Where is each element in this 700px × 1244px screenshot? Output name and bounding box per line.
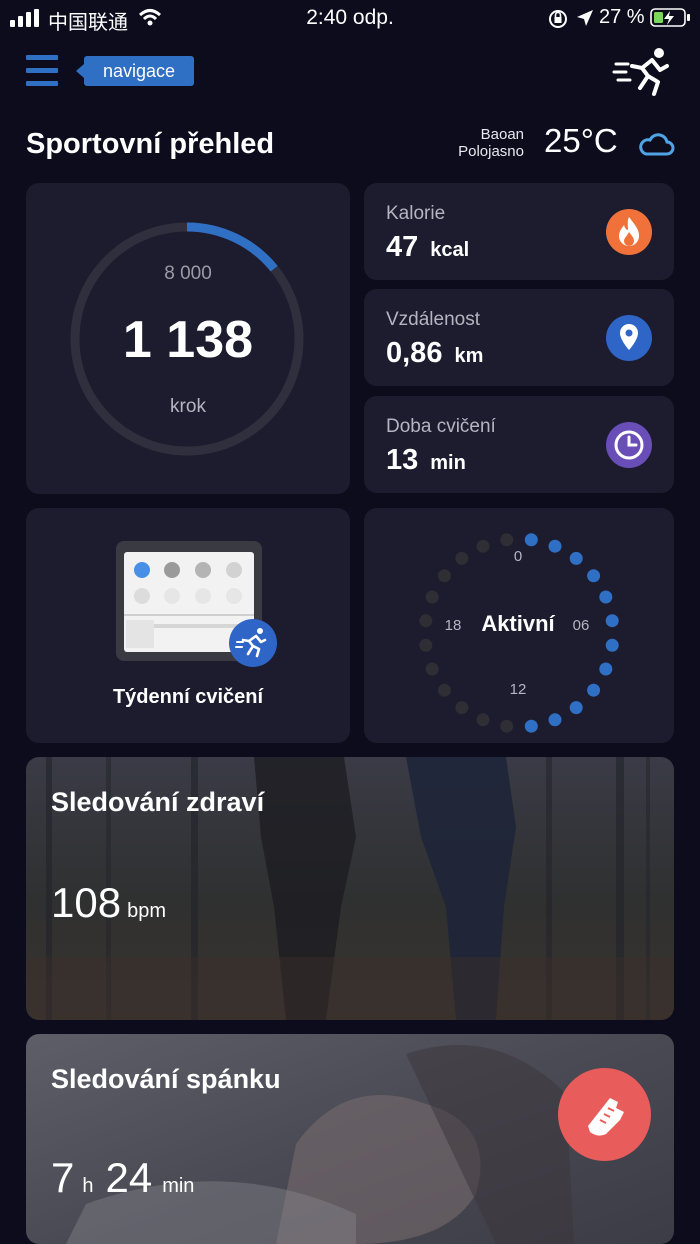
activity-card[interactable]: 0 06 12 18 Aktivní xyxy=(364,508,674,743)
activity-dot xyxy=(500,533,514,547)
activity-dot xyxy=(569,701,583,715)
distance-card[interactable]: Vzdálenost 0,86 km xyxy=(364,289,674,386)
sleep-duration: 7 h 24 min xyxy=(51,1154,194,1202)
activity-dot xyxy=(569,551,583,565)
sleep-hours: 7 xyxy=(51,1154,75,1201)
heart-rate-unit: bpm xyxy=(127,900,166,922)
steps-goal: 8 000 xyxy=(164,263,212,284)
activity-dot xyxy=(524,719,538,733)
runner-icon xyxy=(612,48,669,96)
activity-dot xyxy=(476,539,490,553)
activity-dot xyxy=(425,662,439,676)
tick-label-12: 12 xyxy=(509,681,527,698)
menu-button[interactable] xyxy=(26,54,58,88)
battery-charging-icon xyxy=(650,8,690,27)
cloud-icon xyxy=(639,133,675,156)
hamburger-icon xyxy=(26,55,58,86)
health-title: Sledování zdraví xyxy=(51,787,265,817)
sport-mode-button[interactable] xyxy=(612,44,672,98)
flame-icon xyxy=(606,209,652,255)
weekly-workout-card[interactable]: Týdenní cvičení xyxy=(26,508,350,743)
rotation-lock-icon xyxy=(549,10,567,28)
activity-dot xyxy=(500,719,514,733)
sport-fab-button[interactable] xyxy=(558,1068,651,1161)
activity-dot xyxy=(599,590,613,604)
activity-dot xyxy=(455,701,469,715)
heart-rate: 108 bpm xyxy=(51,879,166,927)
activity-dot xyxy=(425,590,439,604)
activity-dot xyxy=(599,662,613,676)
workout-time-card[interactable]: Doba cvičení 13 min xyxy=(364,396,674,493)
activity-dot xyxy=(548,539,562,553)
sleep-hours-unit: h xyxy=(82,1175,94,1197)
sleep-title: Sledování spánku xyxy=(51,1064,281,1094)
activity-dot xyxy=(437,569,451,583)
navigation-tooltip: navigace xyxy=(76,56,194,86)
activity-dot xyxy=(437,683,451,697)
sleep-minutes-unit: min xyxy=(162,1175,195,1197)
activity-dot xyxy=(548,713,562,727)
workout-time-label: Doba cvičení xyxy=(386,416,496,437)
activity-dot xyxy=(476,713,490,727)
activity-dot xyxy=(605,638,619,652)
steps-unit: krok xyxy=(170,396,206,417)
tick-label-0: 0 xyxy=(513,548,523,565)
calories-value: 47 kcal xyxy=(386,231,470,263)
location-pin-icon xyxy=(606,315,652,361)
distance-label: Vzdálenost xyxy=(386,309,481,330)
activity-dot xyxy=(419,638,433,652)
activity-dot xyxy=(455,551,469,565)
clock-time: 2:40 odp. xyxy=(306,6,394,29)
weekly-workout-label: Týdenní cvičení xyxy=(112,686,264,708)
steps-card[interactable]: 8 000 1 138 krok xyxy=(26,183,350,494)
sleep-minutes: 24 xyxy=(105,1154,153,1201)
weather-temperature: 25°C xyxy=(544,122,618,159)
distance-value: 0,86 km xyxy=(386,337,484,369)
workout-time-value: 13 min xyxy=(386,444,466,476)
activity-dot xyxy=(587,683,601,697)
page-title: Sportovní přehled xyxy=(26,128,275,160)
heart-rate-value: 108 xyxy=(51,879,122,926)
weather-condition: Polojasno xyxy=(458,143,524,160)
status-bar: 中国联通 2:40 odp. 27 % xyxy=(0,0,700,36)
weather-city: Baoan xyxy=(480,126,524,143)
health-card[interactable]: Sledování zdraví 108 bpm xyxy=(26,757,674,1020)
activity-label: Aktivní xyxy=(481,611,555,636)
location-arrow-icon xyxy=(577,10,593,26)
sneaker-icon xyxy=(588,1098,624,1136)
calories-label: Kalorie xyxy=(386,203,446,224)
battery-percent: 27 % xyxy=(599,6,645,28)
runner-badge-icon xyxy=(229,619,277,667)
clock-icon xyxy=(606,422,652,468)
steps-count: 1 138 xyxy=(122,311,254,369)
activity-dot xyxy=(524,533,538,547)
activity-dot xyxy=(587,569,601,583)
calories-card[interactable]: Kalorie 47 kcal xyxy=(364,183,674,280)
weather-location: Baoan Polojasno xyxy=(420,126,524,160)
